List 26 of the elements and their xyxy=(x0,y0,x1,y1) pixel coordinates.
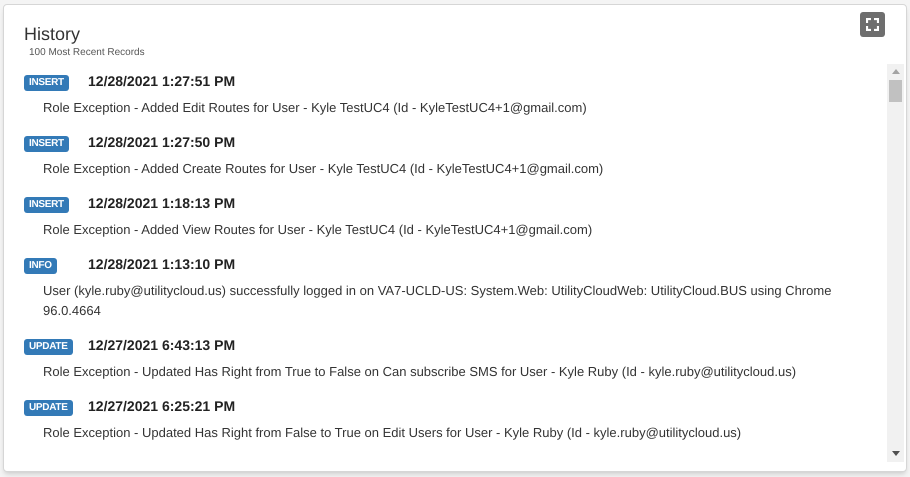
type-badge: INSERT xyxy=(24,136,69,152)
record-message: Role Exception - Added Edit Routes for User - Kyle TestUC4 (Id - KyleTestUC4+1@gmail.com) xyxy=(43,99,588,117)
scrollbar[interactable] xyxy=(887,64,904,462)
record-timestamp: 12/28/2021 1:18:13 PM xyxy=(88,194,236,212)
type-badge: UPDATE xyxy=(24,339,73,355)
record-timestamp: 12/27/2021 6:25:21 PM xyxy=(88,397,236,415)
type-badge: INSERT xyxy=(24,197,69,213)
record-message: Role Exception - Added View Routes for User - Kyle TestUC4 (Id - KyleTestUC4+1@gmail.com) xyxy=(43,221,594,239)
record-timestamp: 12/28/2021 1:27:51 PM xyxy=(88,72,236,90)
type-badge: UPDATE xyxy=(24,400,73,416)
scrollbar-thumb[interactable] xyxy=(889,80,902,102)
scroll-up-icon[interactable] xyxy=(892,69,900,74)
fullscreen-icon xyxy=(866,18,879,31)
fullscreen-button[interactable] xyxy=(860,12,885,37)
record-timestamp: 12/27/2021 6:43:13 PM xyxy=(88,336,236,354)
record-message: Role Exception - Updated Has Right from False to True on Edit Users for User - Kyle Ruby (Id - kyle.ruby@utilitycloud.us) xyxy=(43,424,742,442)
record-timestamp: 12/28/2021 1:27:50 PM xyxy=(88,133,236,151)
type-badge: INSERT xyxy=(24,75,69,91)
scroll-down-icon[interactable] xyxy=(892,451,900,456)
type-badge: INFO xyxy=(24,258,57,274)
panel-subtitle: 100 Most Recent Records xyxy=(29,46,145,60)
record-message: User (kyle.ruby@utilitycloud.us) successfully logged in on VA7-UCLD-US: System.Web: UtilityCloudWeb: UtilityCloud.BUS using Chrome 96.0.4664 xyxy=(43,282,832,320)
record-message: Role Exception - Added Create Routes for User - Kyle TestUC4 (Id - KyleTestUC4+1@gmail.com) xyxy=(43,160,604,178)
panel-title: History xyxy=(24,23,82,46)
record-timestamp: 12/28/2021 1:13:10 PM xyxy=(88,255,236,273)
record-message: Role Exception - Updated Has Right from True to False on Can subscribe SMS for User - Kyle Ruby (Id - kyle.ruby@utilitycloud.us) xyxy=(43,363,798,381)
